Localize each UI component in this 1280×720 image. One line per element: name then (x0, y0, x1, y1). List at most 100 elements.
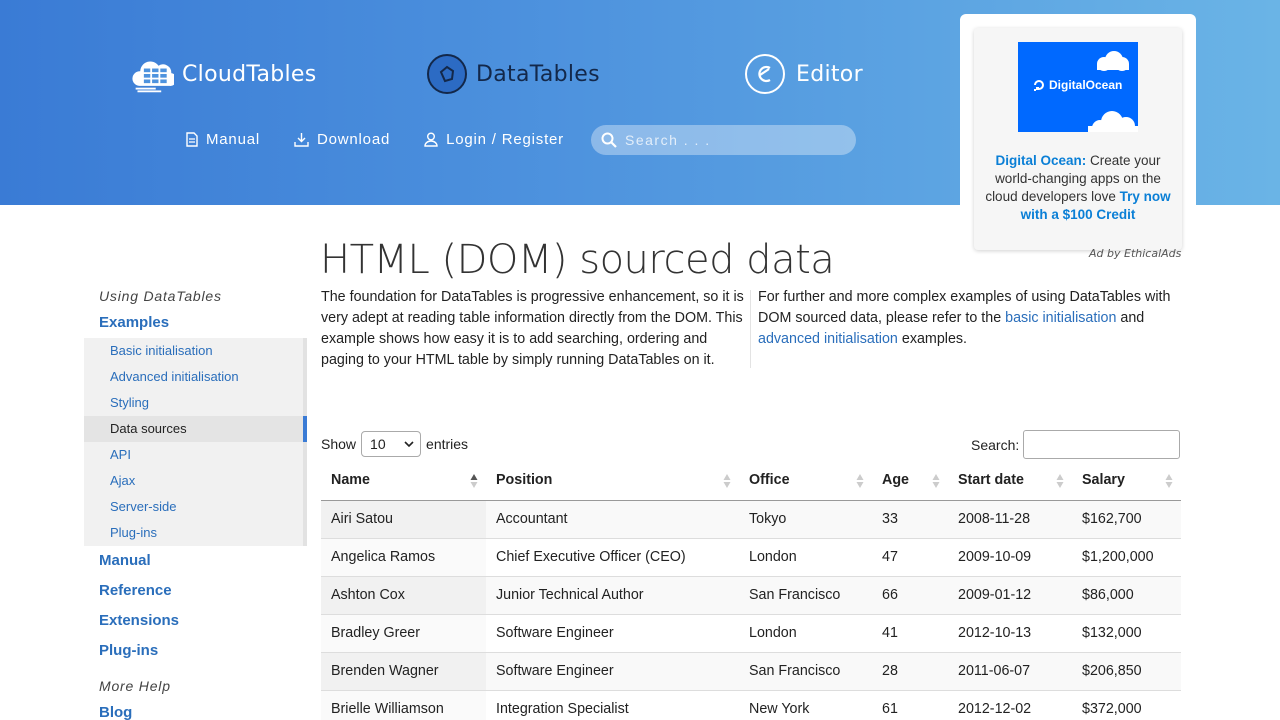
table-row[interactable]: Angelica Ramos Chief Executive Officer (C… (321, 537, 1181, 576)
table-cell-age: 28 (872, 651, 948, 690)
table-cell-salary: $372,000 (1072, 689, 1181, 720)
table-cell-position: Software Engineer (486, 613, 739, 652)
table-cell-start-date: 2009-10-09 (948, 537, 1072, 576)
sidebar-item-plug-ins[interactable]: Plug-ins (84, 636, 307, 666)
column-header-salary[interactable]: Salary (1072, 460, 1181, 501)
nav-login-label: Login / Register (446, 131, 564, 148)
table-cell-salary: $162,700 (1072, 499, 1181, 538)
table-search-input[interactable] (1023, 430, 1181, 459)
sidebar-heading-using: Using DataTables (99, 288, 222, 304)
digitalocean-logo-icon (1034, 80, 1044, 91)
advanced-initialisation-link[interactable]: advanced initialisation (758, 331, 898, 347)
table-cell-office: New York (739, 689, 872, 720)
table-cell-name: Bradley Greer (321, 613, 486, 652)
sidebar-heading-more-help: More Help (99, 678, 171, 694)
table-cell-start-date: 2009-01-12 (948, 575, 1072, 614)
datatables-brand-link[interactable]: DataTables (426, 53, 600, 95)
sidebar-item-data-sources[interactable]: Data sources (84, 416, 307, 442)
table-cell-age: 66 (872, 575, 948, 614)
table-row[interactable]: Brielle Williamson Integration Specialist… (321, 689, 1181, 720)
datatables-logo-icon (426, 53, 468, 95)
column-header-name[interactable]: Name (321, 460, 486, 501)
sidebar-item-advanced-initialisation[interactable]: Advanced initialisation (84, 364, 303, 390)
site-search-input[interactable] (625, 132, 845, 148)
table-cell-office: San Francisco (739, 651, 872, 690)
column-header-label: Office (749, 471, 790, 488)
table-cell-age: 33 (872, 499, 948, 538)
table-cell-name: Airi Satou (321, 499, 486, 538)
table-cell-age: 47 (872, 537, 948, 576)
sidebar-item-manual[interactable]: Manual (84, 546, 307, 576)
table-row[interactable]: Ashton Cox Junior Technical Author San Fra… (321, 575, 1181, 614)
sidebar-item-basic-initialisation[interactable]: Basic initialisation (84, 338, 303, 364)
sort-icon (723, 474, 731, 488)
table-cell-start-date: 2011-06-07 (948, 651, 1072, 690)
length-entries-label: entries (426, 436, 469, 452)
column-header-start-date[interactable]: Start date (948, 460, 1072, 501)
search-icon (601, 132, 617, 148)
ad-lead: Digital Ocean: (995, 153, 1087, 168)
sidebar-item-server-side[interactable]: Server-side (84, 494, 303, 520)
nav-manual-link[interactable]: Manual (186, 131, 260, 148)
sidebar-item-styling[interactable]: Styling (84, 390, 303, 416)
sidebar-nav: Using DataTables Examples Basic initiali… (84, 286, 307, 720)
table-cell-salary: $132,000 (1072, 613, 1181, 652)
editor-brand-label: Editor (796, 61, 863, 87)
column-header-office[interactable]: Office (739, 460, 872, 501)
sidebar-item-plug-ins-sub[interactable]: Plug-ins (84, 520, 303, 546)
sidebar-item-examples[interactable]: Examples (84, 308, 307, 338)
user-icon (424, 132, 438, 147)
nav-download-link[interactable]: Download (294, 131, 390, 148)
data-table: Name Position Office Age Start date Salary Ai… (321, 460, 1181, 720)
ad-container: DigitalOcean Digital Ocean: Create your … (960, 14, 1196, 264)
sidebar-item-blog[interactable]: Blog (84, 698, 307, 720)
table-cell-office: London (739, 537, 872, 576)
column-header-label: Position (496, 471, 553, 488)
sidebar-item-extensions[interactable]: Extensions (84, 606, 307, 636)
table-cell-start-date: 2012-12-02 (948, 689, 1072, 720)
sidebar-item-api[interactable]: API (84, 442, 303, 468)
table-cell-position: Chief Executive Officer (CEO) (486, 537, 739, 576)
ad-brand-logo: DigitalOcean (1032, 78, 1122, 92)
sort-icon (856, 474, 864, 488)
document-icon (186, 132, 198, 147)
table-cell-salary: $206,850 (1072, 651, 1181, 690)
sidebar-examples-submenu: Basic initialisation Advanced initialisa… (84, 338, 307, 546)
ad-brand-label: DigitalOcean (1049, 78, 1123, 92)
sidebar-item-reference[interactable]: Reference (84, 576, 307, 606)
table-body: Airi Satou Accountant Tokyo 33 2008-11-28 $16… (321, 499, 1181, 720)
basic-initialisation-link[interactable]: basic initialisation (1005, 310, 1116, 326)
table-row[interactable]: Airi Satou Accountant Tokyo 33 2008-11-28 $16… (321, 499, 1181, 538)
nav-download-label: Download (317, 131, 391, 148)
table-row[interactable]: Bradley Greer Software Engineer London 41 20… (321, 613, 1181, 652)
ad-card[interactable]: DigitalOcean Digital Ocean: Create your … (974, 28, 1182, 250)
nav-login-link[interactable]: Login / Register (424, 131, 564, 148)
top-navigation: Manual Download Login / Register (186, 131, 598, 148)
column-header-label: Age (882, 471, 910, 488)
ad-text[interactable]: Digital Ocean: Create your world-changin… (984, 152, 1172, 224)
table-cell-age: 61 (872, 689, 948, 720)
length-show-label: Show (321, 436, 357, 452)
table-search-label: Search: (971, 436, 1020, 453)
sort-icon (1165, 474, 1173, 488)
table-length-control: Show 10 entries (321, 431, 468, 457)
page-title: HTML (DOM) sourced data (320, 237, 835, 283)
editor-brand-link[interactable]: Editor (744, 53, 863, 95)
cloudtables-brand-link[interactable]: CloudTables (132, 53, 317, 95)
column-header-age[interactable]: Age (872, 460, 948, 501)
table-cell-position: Accountant (486, 499, 739, 538)
sort-icon (932, 474, 940, 488)
column-header-position[interactable]: Position (486, 460, 739, 501)
column-header-label: Start date (958, 471, 1024, 488)
ad-image[interactable]: DigitalOcean (1018, 42, 1138, 132)
table-row[interactable]: Brenden Wagner Software Engineer San Franc… (321, 651, 1181, 690)
column-header-label: Salary (1082, 471, 1125, 488)
ad-attribution-link[interactable]: Ad by EthicalAds (1089, 247, 1181, 260)
sort-icon (1056, 474, 1064, 488)
sort-ascending-icon (470, 474, 478, 488)
table-cell-office: San Francisco (739, 575, 872, 614)
sidebar-item-ajax[interactable]: Ajax (84, 468, 303, 494)
page-length-select[interactable]: 10 (361, 431, 422, 457)
table-cell-office: London (739, 613, 872, 652)
table-cell-start-date: 2008-11-28 (948, 499, 1072, 538)
